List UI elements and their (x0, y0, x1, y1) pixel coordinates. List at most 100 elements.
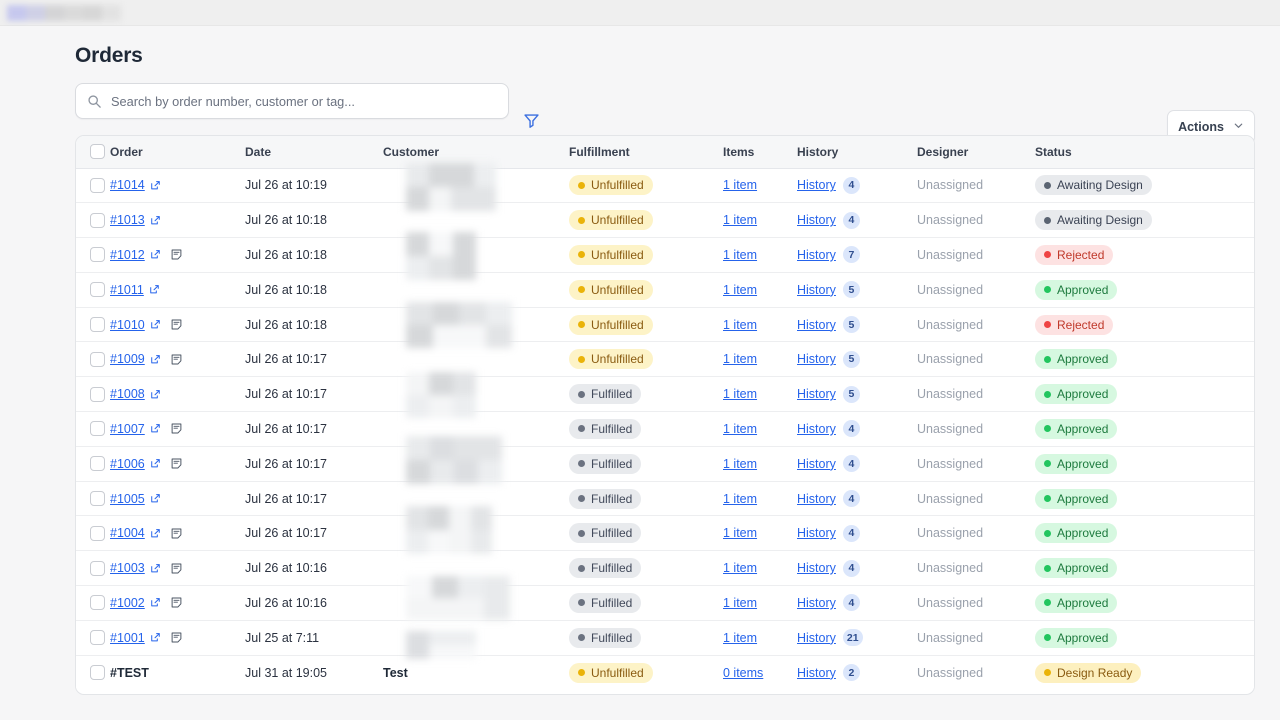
history-link[interactable]: History (797, 422, 836, 436)
external-link-icon[interactable] (150, 389, 161, 400)
row-checkbox[interactable] (90, 177, 105, 193)
column-header-fulfillment[interactable]: Fulfillment (569, 136, 723, 169)
row-checkbox[interactable] (90, 665, 105, 681)
external-link-icon[interactable] (150, 215, 161, 226)
items-link[interactable]: 1 item (723, 387, 757, 401)
designer-cell[interactable]: Unassigned (917, 202, 1035, 239)
order-link[interactable]: #1012 (110, 248, 145, 262)
designer-cell[interactable]: Unassigned (917, 550, 1035, 587)
table-row[interactable]: #1002 Jul 26 at 10:16 Fulfilled 1 item Histo… (76, 585, 1254, 621)
note-icon[interactable] (170, 562, 183, 575)
row-checkbox[interactable] (90, 491, 105, 507)
row-checkbox[interactable] (90, 421, 105, 437)
row-checkbox[interactable] (90, 212, 105, 228)
external-link-icon[interactable] (150, 249, 161, 260)
order-link[interactable]: #1010 (110, 318, 145, 332)
row-checkbox[interactable] (90, 317, 105, 333)
designer-cell[interactable]: Unassigned (917, 237, 1035, 273)
column-header-designer[interactable]: Designer (917, 136, 1035, 169)
table-row[interactable]: #1004 Jul 26 at 10:17 Fulfilled 1 item Histo… (76, 515, 1254, 552)
items-link[interactable]: 0 items (723, 666, 763, 680)
external-link-icon[interactable] (150, 597, 161, 608)
designer-cell[interactable]: Unassigned (917, 481, 1035, 517)
history-link[interactable]: History (797, 352, 836, 366)
items-link[interactable]: 1 item (723, 526, 757, 540)
history-link[interactable]: History (797, 318, 836, 332)
table-row[interactable]: #1006 Jul 26 at 10:17 Fulfilled 1 item Histo… (76, 446, 1254, 482)
designer-cell[interactable]: Unassigned (917, 446, 1035, 482)
order-link[interactable]: #1014 (110, 178, 145, 192)
external-link-icon[interactable] (150, 180, 161, 191)
order-link[interactable]: #1003 (110, 561, 145, 575)
search-box[interactable] (75, 83, 509, 119)
designer-cell[interactable]: Unassigned (917, 620, 1035, 656)
order-link[interactable]: #1001 (110, 631, 145, 645)
history-link[interactable]: History (797, 213, 836, 227)
history-link[interactable]: History (797, 387, 836, 401)
table-row[interactable]: #1005 Jul 26 at 10:17 Fulfilled 1 item Histo… (76, 481, 1254, 517)
designer-cell[interactable]: Unassigned (917, 168, 1035, 204)
external-link-icon[interactable] (150, 563, 161, 574)
history-link[interactable]: History (797, 283, 836, 297)
column-header-order[interactable]: Order (110, 136, 245, 169)
history-link[interactable]: History (797, 631, 836, 645)
column-header-customer[interactable]: Customer (383, 136, 569, 169)
column-header-items[interactable]: Items (723, 136, 797, 169)
note-icon[interactable] (170, 353, 183, 366)
history-link[interactable]: History (797, 666, 836, 680)
column-header-status[interactable]: Status (1035, 136, 1254, 169)
items-link[interactable]: 1 item (723, 213, 757, 227)
row-checkbox[interactable] (90, 386, 105, 402)
items-link[interactable]: 1 item (723, 492, 757, 506)
items-link[interactable]: 1 item (723, 596, 757, 610)
note-icon[interactable] (170, 318, 183, 331)
history-link[interactable]: History (797, 526, 836, 540)
items-link[interactable]: 1 item (723, 457, 757, 471)
table-row[interactable]: #1008 Jul 26 at 10:17 Fulfilled 1 item Histo… (76, 376, 1254, 413)
items-link[interactable]: 1 item (723, 318, 757, 332)
external-link-icon[interactable] (150, 423, 161, 434)
filter-button[interactable] (516, 108, 546, 138)
external-link-icon[interactable] (150, 493, 161, 504)
row-checkbox[interactable] (90, 247, 105, 263)
items-link[interactable]: 1 item (723, 631, 757, 645)
table-row[interactable]: #1009 Jul 26 at 10:17 Unfulfilled 1 item His… (76, 341, 1254, 378)
order-link[interactable]: #1013 (110, 213, 145, 227)
row-checkbox[interactable] (90, 351, 105, 367)
table-row[interactable]: #1012 Jul 26 at 10:18 Unfulfilled 1 item His… (76, 237, 1254, 273)
column-header-date[interactable]: Date (245, 136, 383, 169)
designer-cell[interactable]: Unassigned (917, 272, 1035, 308)
items-link[interactable]: 1 item (723, 248, 757, 262)
order-link[interactable]: #1011 (110, 283, 144, 297)
table-row[interactable]: #1014 Jul 26 at 10:19 Unfulfilled 1 item His… (76, 168, 1254, 204)
order-link[interactable]: #1009 (110, 352, 145, 366)
items-link[interactable]: 1 item (723, 283, 757, 297)
external-link-icon[interactable] (150, 458, 161, 469)
designer-cell[interactable]: Unassigned (917, 515, 1035, 552)
column-header-history[interactable]: History (797, 136, 917, 169)
items-link[interactable]: 1 item (723, 561, 757, 575)
note-icon[interactable] (170, 596, 183, 609)
table-row[interactable]: #1010 Jul 26 at 10:18 Unfulfilled 1 item His… (76, 307, 1254, 343)
row-checkbox[interactable] (90, 560, 105, 576)
row-checkbox[interactable] (90, 595, 105, 611)
items-link[interactable]: 1 item (723, 352, 757, 366)
order-link[interactable]: #1002 (110, 596, 145, 610)
row-checkbox[interactable] (90, 525, 105, 541)
table-row[interactable]: #1013 Jul 26 at 10:18 Unfulfilled 1 item His… (76, 202, 1254, 239)
external-link-icon[interactable] (149, 284, 160, 295)
history-link[interactable]: History (797, 457, 836, 471)
note-icon[interactable] (170, 631, 183, 644)
search-input[interactable] (109, 84, 501, 118)
history-link[interactable]: History (797, 178, 836, 192)
row-checkbox[interactable] (90, 630, 105, 646)
table-row[interactable]: #TEST Jul 31 at 19:05 Test Unfulfilled 0 ite… (76, 655, 1254, 690)
history-link[interactable]: History (797, 561, 836, 575)
table-row[interactable]: #1011 Jul 26 at 10:18 Unfulfilled 1 item His… (76, 272, 1254, 308)
external-link-icon[interactable] (150, 319, 161, 330)
table-row[interactable]: #1003 Jul 26 at 10:16 Fulfilled 1 item Histo… (76, 550, 1254, 587)
designer-cell[interactable]: Unassigned (917, 341, 1035, 378)
history-link[interactable]: History (797, 248, 836, 262)
designer-cell[interactable]: Unassigned (917, 307, 1035, 343)
history-link[interactable]: History (797, 596, 836, 610)
